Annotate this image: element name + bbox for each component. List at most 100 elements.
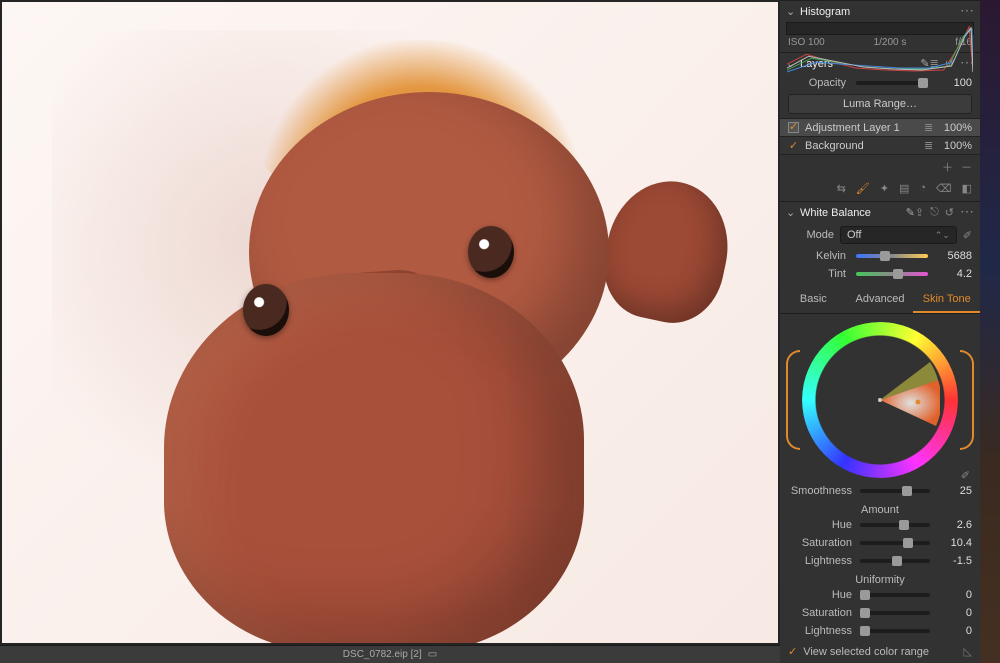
layer-opacity: 100% xyxy=(940,122,972,134)
wb-mode-select[interactable]: Off ⌃⌄ xyxy=(840,226,957,244)
mask-preview-icon[interactable]: ◺ xyxy=(964,645,972,658)
tint-label: Tint xyxy=(788,268,846,280)
smoothness-row: Smoothness 25 xyxy=(780,482,980,500)
add-layer-icon[interactable]: ＋ xyxy=(942,159,953,175)
amount-light-value: -1.5 xyxy=(938,555,972,567)
radial-mask-icon[interactable]: ◔ xyxy=(919,182,926,195)
right-sidebar: ⌄ Histogram ISO 100 1/200 s f/16 ⌄ Layer… xyxy=(780,0,980,663)
amount-heading: Amount xyxy=(780,500,980,516)
smoothness-label: Smoothness xyxy=(788,485,852,497)
check-icon: ✓ xyxy=(788,645,797,658)
uni-light-value: 0 xyxy=(938,625,972,637)
opacity-value: 100 xyxy=(938,77,972,89)
wb-mode-row: Mode Off ⌃⌄ ✐ xyxy=(780,223,980,247)
uniformity-heading: Uniformity xyxy=(780,570,980,586)
layer-add-remove-bar: ＋ － xyxy=(780,154,980,179)
amount-light-label: Lightness xyxy=(788,555,852,567)
layer-list: Adjustment Layer 1 ≣ 100% ✓ Background ≣… xyxy=(780,118,980,154)
link-icon[interactable]: ⎋ xyxy=(930,206,939,219)
uni-hue-row: Hue 0 xyxy=(780,586,980,604)
image-content xyxy=(2,2,778,643)
opacity-row: Opacity 100 xyxy=(780,74,980,92)
uni-light-row: Lightness 0 xyxy=(780,622,980,640)
uni-sat-row: Saturation 0 xyxy=(780,604,980,622)
caret-updown-icon: ⌃⌄ xyxy=(935,230,950,241)
view-range-row[interactable]: ✓ View selected color range ◺ xyxy=(780,640,980,663)
tint-value: 4.2 xyxy=(938,268,972,280)
amount-hue-slider[interactable] xyxy=(860,523,930,527)
kelvin-value: 5688 xyxy=(938,250,972,262)
sliders-icon[interactable]: ≣ xyxy=(924,139,934,152)
uni-light-label: Lightness xyxy=(788,625,852,637)
wb-menu-icon[interactable] xyxy=(960,206,974,219)
uni-sat-slider[interactable] xyxy=(860,611,930,615)
window-right-edge xyxy=(980,0,1000,663)
histogram-header[interactable]: ⌄ Histogram xyxy=(780,0,980,22)
kelvin-row: Kelvin 5688 xyxy=(780,247,980,265)
color-wheel[interactable]: ✐ xyxy=(780,314,980,482)
amount-hue-row: Hue 2.6 xyxy=(780,516,980,534)
layer-item[interactable]: Adjustment Layer 1 ≣ 100% xyxy=(780,118,980,136)
histogram-menu-icon[interactable] xyxy=(960,5,974,18)
wb-mode-label: Mode xyxy=(788,229,834,241)
white-balance-header[interactable]: ⌄ White Balance ✎ ⇪ ⎋ ↺ xyxy=(780,201,980,223)
wb-tabs: Basic Advanced Skin Tone xyxy=(780,287,980,314)
fill-mask-icon[interactable]: ◧ xyxy=(962,182,972,195)
skin-eyedropper-icon[interactable]: ✐ xyxy=(961,469,970,482)
reset-arc-right-icon[interactable] xyxy=(960,350,974,450)
luma-range-button[interactable]: Luma Range… xyxy=(788,94,972,114)
kelvin-slider[interactable] xyxy=(856,254,928,258)
remove-layer-icon[interactable]: － xyxy=(961,159,972,175)
uni-hue-label: Hue xyxy=(788,589,852,601)
amount-sat-slider[interactable] xyxy=(860,541,930,545)
eyedropper-icon[interactable]: ✐ xyxy=(963,229,972,242)
gradient-mask-icon[interactable]: ▤ xyxy=(899,182,909,195)
smoothness-slider[interactable] xyxy=(860,489,930,493)
skin-tone-wedge[interactable] xyxy=(820,340,940,460)
uni-hue-slider[interactable] xyxy=(860,593,930,597)
white-balance-title: White Balance xyxy=(800,207,902,219)
brush-icon[interactable]: ✎ xyxy=(906,206,915,219)
uni-sat-label: Saturation xyxy=(788,607,852,619)
amount-hue-value: 2.6 xyxy=(938,519,972,531)
opacity-slider[interactable] xyxy=(856,81,928,85)
amount-sat-label: Saturation xyxy=(788,537,852,549)
chevron-down-icon: ⌄ xyxy=(786,5,796,18)
tab-skin-tone[interactable]: Skin Tone xyxy=(913,287,980,313)
wb-mode-value: Off xyxy=(847,229,861,241)
tab-basic[interactable]: Basic xyxy=(780,287,847,313)
kelvin-label: Kelvin xyxy=(788,250,846,262)
brush-tool-icon[interactable]: 🖌 xyxy=(856,182,870,195)
layer-mask-tools: ⇆ 🖌 ✦ ▤ ◔ ⌫ ◧ xyxy=(780,179,980,201)
tint-slider[interactable] xyxy=(856,272,928,276)
sliders-icon[interactable]: ≣ xyxy=(924,121,934,134)
view-range-label: View selected color range xyxy=(803,646,929,658)
histogram-graph[interactable] xyxy=(786,22,974,35)
status-filename: DSC_0782.eip [2] xyxy=(343,649,422,660)
magic-brush-icon[interactable]: ✦ xyxy=(880,182,889,195)
layer-visibility-checkbox[interactable] xyxy=(788,122,799,133)
histogram-title: Histogram xyxy=(800,6,960,18)
opacity-label: Opacity xyxy=(788,77,846,89)
uni-light-slider[interactable] xyxy=(860,629,930,633)
eraser-icon[interactable]: ⌫ xyxy=(936,182,952,195)
layer-opacity: 100% xyxy=(940,140,972,152)
layer-name: Background xyxy=(805,140,918,152)
layer-name: Adjustment Layer 1 xyxy=(805,122,918,134)
amount-light-slider[interactable] xyxy=(860,559,930,563)
tab-advanced[interactable]: Advanced xyxy=(847,287,914,313)
reset-icon[interactable]: ↺ xyxy=(945,206,954,219)
smoothness-value: 25 xyxy=(938,485,972,497)
layer-item[interactable]: ✓ Background ≣ 100% xyxy=(780,136,980,154)
amount-hue-label: Hue xyxy=(788,519,852,531)
amount-light-row: Lightness -1.5 xyxy=(780,552,980,570)
status-box-icon: ▭ xyxy=(428,649,437,660)
reset-arc-left-icon[interactable] xyxy=(786,350,800,450)
layer-visibility-check-icon[interactable]: ✓ xyxy=(788,139,799,152)
adjust-icon[interactable]: ⇆ xyxy=(837,182,846,195)
tint-row: Tint 4.2 xyxy=(780,265,980,283)
image-viewport[interactable] xyxy=(0,0,780,645)
amount-sat-value: 10.4 xyxy=(938,537,972,549)
amount-sat-row: Saturation 10.4 xyxy=(780,534,980,552)
copy-icon[interactable]: ⇪ xyxy=(915,206,924,219)
